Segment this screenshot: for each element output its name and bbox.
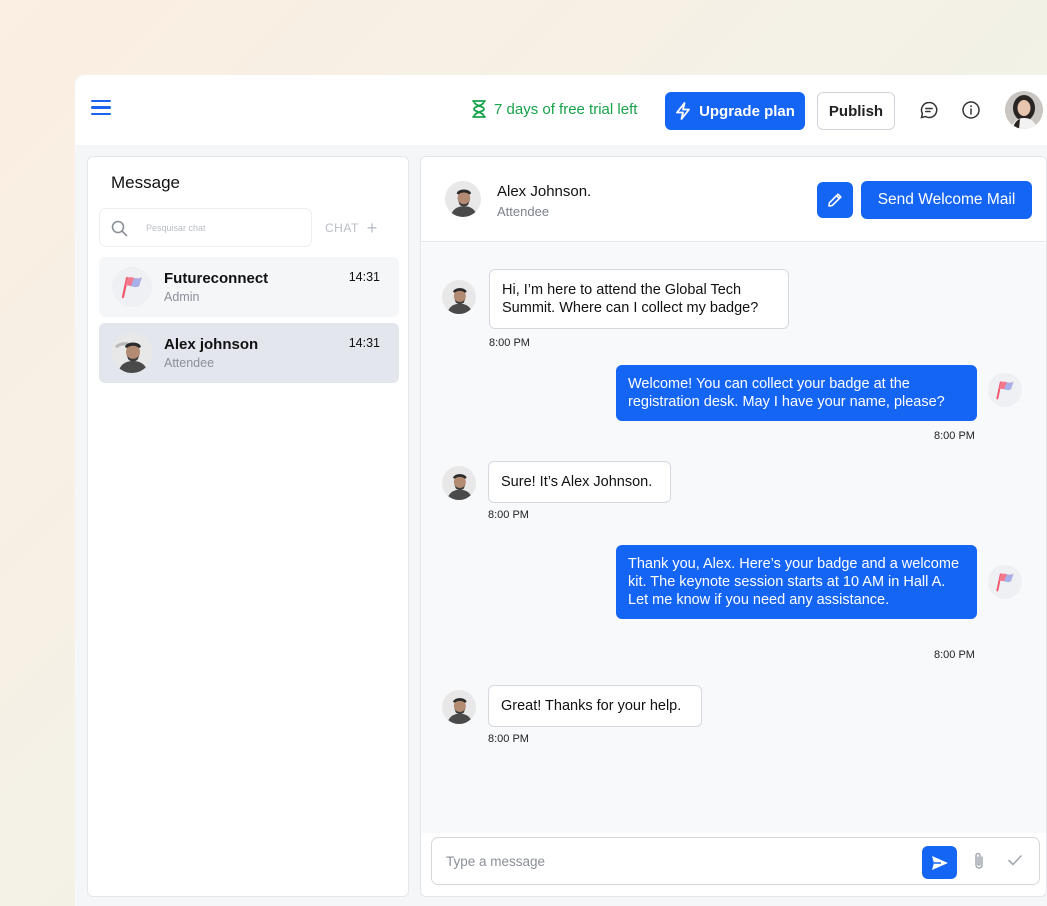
new-chat-button[interactable]: CHAT + <box>325 218 378 238</box>
edit-button[interactable] <box>817 182 853 218</box>
panel-title: Message <box>111 173 180 192</box>
menu-icon[interactable] <box>91 100 111 120</box>
upgrade-plan-button[interactable]: Upgrade plan <box>665 92 805 130</box>
conversation-item-futureconnect[interactable]: Futureconnect Admin 14:31 <box>99 257 399 317</box>
contact-role: Attendee <box>497 204 550 219</box>
app-window: 7 days of free trial left Upgrade plan P… <box>75 75 1047 906</box>
message-time: 8:00 PM <box>489 337 530 349</box>
flag-icon <box>988 565 1022 599</box>
top-bar: 7 days of free trial left Upgrade plan P… <box>75 75 1047 145</box>
search-placeholder: Pesquisar chat <box>146 223 206 233</box>
chat-bubble-icon[interactable] <box>919 100 939 120</box>
hourglass-icon <box>472 100 486 118</box>
message-list: Hi, I’m here to attend the Global Tech S… <box>421 243 1046 833</box>
lightning-icon <box>676 102 690 120</box>
conversation-name: Alex johnson <box>164 336 259 353</box>
check-icon[interactable] <box>1006 851 1024 869</box>
conversation-time: 14:31 <box>348 336 380 350</box>
message-time: 8:00 PM <box>488 733 529 745</box>
conversation-role: Admin <box>164 290 200 304</box>
trial-notice: 7 days of free trial left <box>471 100 637 118</box>
plus-icon: + <box>366 218 378 238</box>
conversation-list-panel: Message Pesquisar chat CHAT + Futureconn… <box>87 156 409 897</box>
conversation-item-alex-johnson[interactable]: Alex johnson Attendee 14:31 <box>99 323 399 383</box>
message-bubble-outgoing: Welcome! You can collect your badge at t… <box>616 365 977 421</box>
info-icon[interactable] <box>961 100 981 120</box>
upgrade-plan-label: Upgrade plan <box>699 102 795 120</box>
conversation-role: Attendee <box>164 356 215 370</box>
avatar <box>445 181 481 217</box>
send-icon <box>931 855 948 870</box>
message-time: 8:00 PM <box>934 649 975 661</box>
conversation-name: Futureconnect <box>164 270 269 287</box>
search-icon <box>111 220 128 237</box>
avatar <box>442 690 476 724</box>
publish-button[interactable]: Publish <box>817 92 895 130</box>
user-avatar[interactable] <box>1005 91 1043 129</box>
message-time: 8:00 PM <box>488 509 529 521</box>
message-bubble-incoming: Hi, I’m here to attend the Global Tech S… <box>489 269 789 329</box>
avatar <box>442 466 476 500</box>
conversation-time: 14:31 <box>348 270 380 284</box>
paperclip-icon[interactable] <box>972 851 986 871</box>
message-composer[interactable]: Type a message <box>431 837 1040 885</box>
send-message-button[interactable] <box>922 846 957 879</box>
flag-icon <box>112 267 152 307</box>
trial-text: 7 days of free trial left <box>494 100 638 118</box>
message-bubble-outgoing: Thank you, Alex. Here’s your badge and a… <box>616 545 977 619</box>
message-time: 8:00 PM <box>934 430 975 442</box>
message-bubble-incoming: Sure! It’s Alex Johnson. <box>488 461 671 503</box>
contact-name: Alex Johnson. <box>497 183 592 200</box>
search-chat-input[interactable]: Pesquisar chat <box>99 208 312 247</box>
chat-panel: Alex Johnson. Attendee Send Welcome Mail… <box>420 156 1047 897</box>
avatar <box>112 333 152 373</box>
message-bubble-incoming: Great! Thanks for your help. <box>488 685 702 727</box>
flag-icon <box>988 373 1022 407</box>
avatar <box>442 280 476 314</box>
chat-header: Alex Johnson. Attendee Send Welcome Mail <box>421 157 1046 242</box>
chat-label: CHAT <box>325 221 359 235</box>
send-welcome-mail-button[interactable]: Send Welcome Mail <box>861 181 1032 219</box>
message-input-placeholder: Type a message <box>446 854 546 869</box>
pencil-icon <box>828 193 842 207</box>
